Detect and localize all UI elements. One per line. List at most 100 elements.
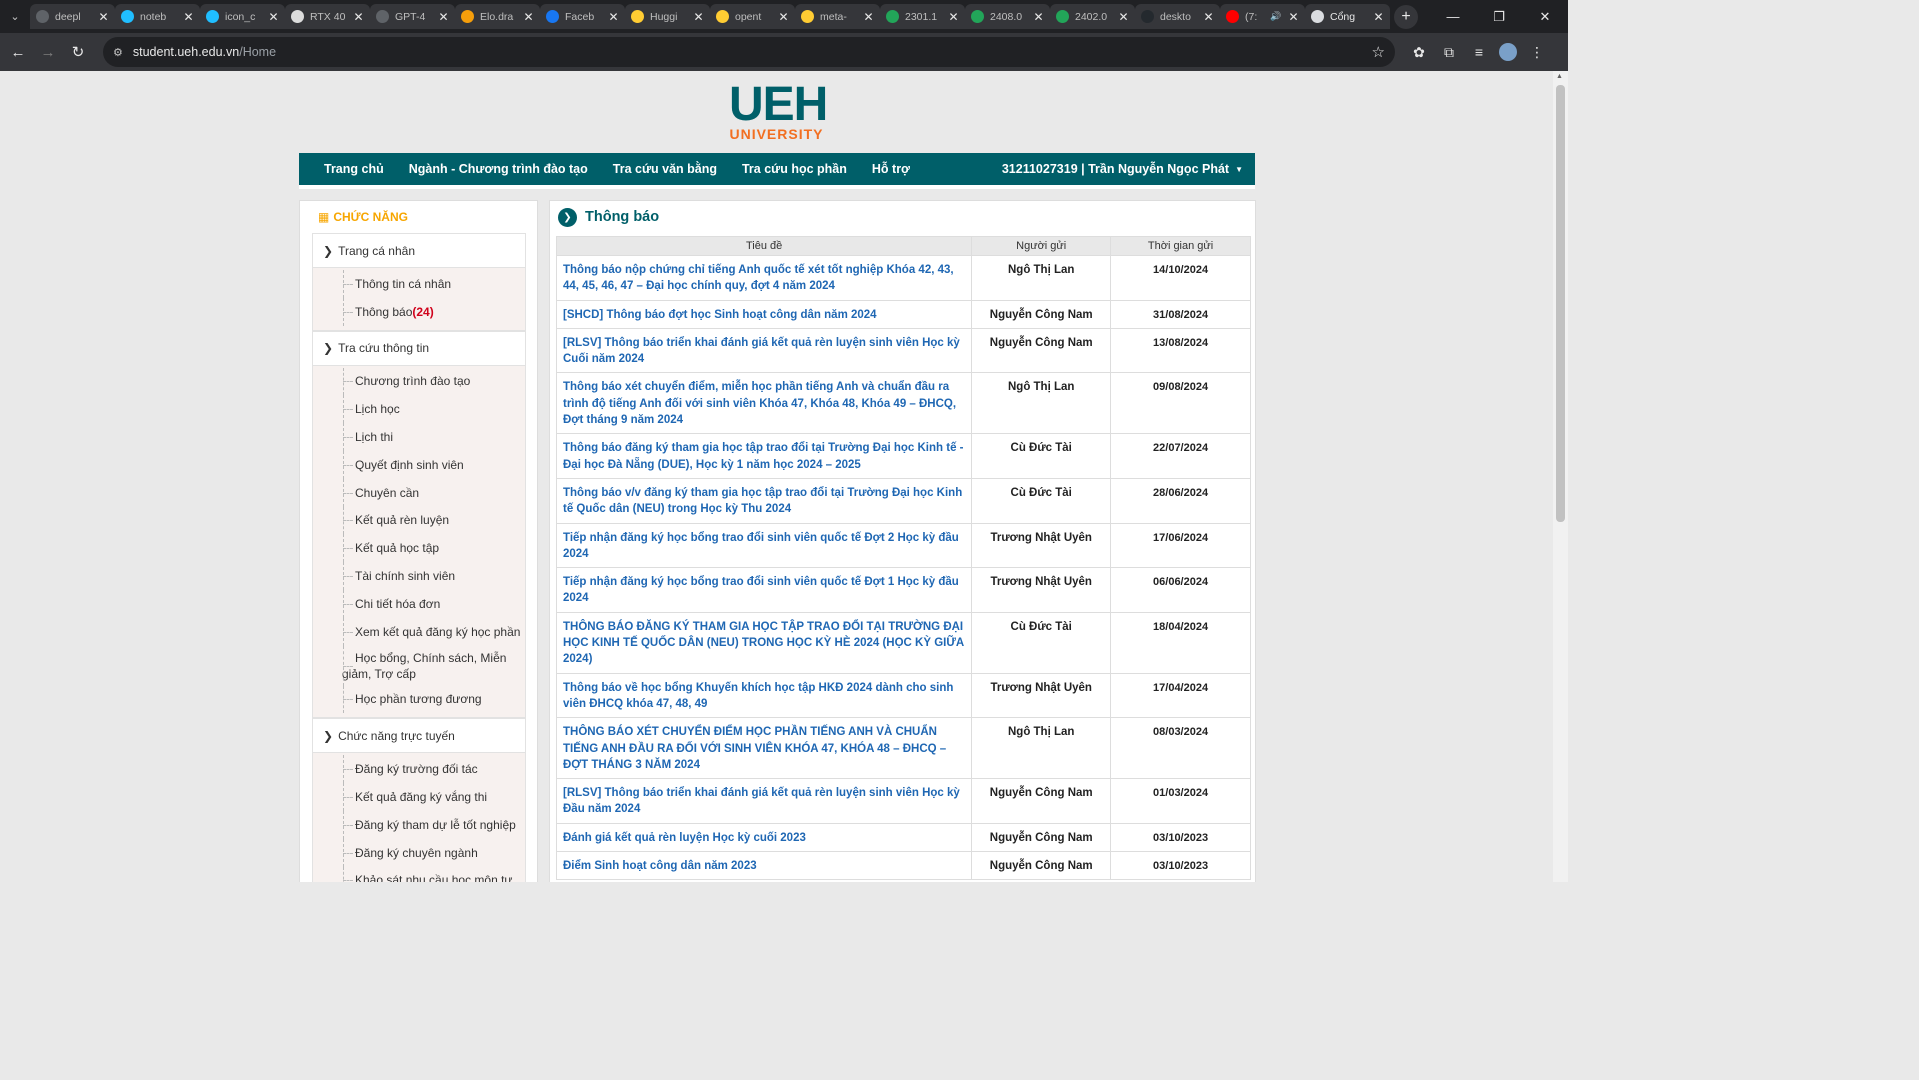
back-button[interactable]: ←	[3, 37, 33, 67]
close-tab-icon[interactable]: ✕	[268, 10, 278, 24]
sidebar-item[interactable]: Kết quả học tập	[313, 534, 525, 562]
browser-menu-icon[interactable]: ⋮	[1527, 42, 1547, 62]
notification-title-link[interactable]: Tiếp nhận đăng ký học bổng trao đổi sinh…	[555, 567, 973, 613]
nav-home[interactable]: Trang chủ	[299, 162, 396, 176]
user-menu[interactable]: 31211027319 | Trần Nguyễn Ngọc Phát ▼	[1002, 162, 1255, 176]
tab-search-button[interactable]: ⌄	[0, 0, 30, 33]
notification-date: 14/10/2024	[1110, 255, 1251, 301]
nav-support[interactable]: Hỗ trợ	[859, 162, 922, 176]
browser-tab[interactable]: meta- ✕	[795, 4, 880, 29]
notification-title-link[interactable]: THÔNG BÁO ĐĂNG KÝ THAM GIA HỌC TẬP TRAO …	[555, 611, 973, 674]
browser-tab[interactable]: opent ✕	[710, 4, 795, 29]
browser-tab[interactable]: noteb ✕	[115, 4, 200, 29]
close-tab-icon[interactable]: ✕	[863, 10, 873, 24]
close-tab-icon[interactable]: ✕	[523, 10, 533, 24]
close-tab-icon[interactable]: ✕	[438, 10, 448, 24]
close-tab-icon[interactable]: ✕	[693, 10, 703, 24]
bookmark-star-icon[interactable]: ☆	[1372, 43, 1385, 61]
close-tab-icon[interactable]: ✕	[183, 10, 193, 24]
sidebar-item[interactable]: Đăng ký chuyên ngành	[313, 838, 525, 867]
notification-title-link[interactable]: Thông báo đăng ký tham gia học tập trao …	[555, 433, 973, 479]
sidebar-item[interactable]: Kết quả đăng ký vắng thi	[313, 783, 525, 811]
nav-programs[interactable]: Ngành - Chương trình đào tạo	[396, 162, 600, 176]
forward-button[interactable]: →	[33, 37, 63, 67]
browser-tab[interactable]: Elo.dra ✕	[455, 4, 540, 29]
sidebar-item-label: Tài chính sinh viên	[355, 569, 456, 584]
scrollbar-thumb[interactable]	[1556, 85, 1565, 522]
close-tab-icon[interactable]: ✕	[353, 10, 363, 24]
browser-tab[interactable]: 2301.1 ✕	[880, 4, 965, 29]
sidebar-item[interactable]: Đăng ký trường đối tác	[313, 755, 525, 783]
browser-tab[interactable]: deskto ✕	[1135, 4, 1220, 29]
sidebar-item[interactable]: Chi tiết hóa đơn	[313, 589, 525, 618]
sidebar-item[interactable]: Đăng ký tham dự lễ tốt nghiệp	[313, 810, 525, 839]
sidebar-group-title[interactable]: ❯ Chức năng trực tuyến	[313, 719, 525, 754]
sidebar-group-title[interactable]: ❯ Trang cá nhân	[313, 234, 525, 268]
browser-tab[interactable]: RTX 40 ✕	[285, 4, 370, 29]
sidebar-item[interactable]: Học bổng, Chính sách, Miễn giảm, Trợ cấp	[313, 645, 525, 686]
browser-tab[interactable]: 2402.0 ✕	[1050, 4, 1135, 29]
reload-button[interactable]: ↻	[63, 37, 93, 67]
notification-title-link[interactable]: Thông báo về học bổng Khuyến khích học t…	[555, 672, 973, 719]
sidebar-group-title[interactable]: ❯ Tra cứu thông tin	[313, 331, 525, 366]
browser-tab[interactable]: deepl ✕	[30, 4, 115, 29]
close-tab-icon[interactable]: ✕	[1288, 10, 1298, 24]
notification-sender: Ngô Thị Lan	[971, 255, 1112, 301]
close-tab-icon[interactable]: ✕	[778, 10, 788, 24]
site-info-icon[interactable]: ⚙	[113, 46, 123, 59]
close-tab-icon[interactable]: ✕	[608, 10, 618, 24]
close-tab-icon[interactable]: ✕	[98, 10, 108, 24]
close-tab-icon[interactable]: ✕	[1203, 10, 1213, 24]
notification-title-link[interactable]: Thông báo v/v đăng ký tham gia học tập t…	[555, 477, 973, 524]
nav-diploma-lookup[interactable]: Tra cứu văn bằng	[600, 162, 729, 176]
notification-title-link[interactable]: Tiếp nhận đăng ký học bổng trao đổi sinh…	[555, 522, 973, 569]
notification-title-link[interactable]: Đánh giá kết quả rèn luyện Học kỳ cuối 2…	[555, 822, 973, 853]
address-bar[interactable]: ⚙ student.ueh.edu.vn/Home ☆	[103, 37, 1395, 67]
ueh-logo[interactable]: UEH UNIVERSITY	[729, 81, 828, 142]
sidebar-item[interactable]: Tài chính sinh viên	[313, 562, 525, 590]
close-window-button[interactable]: ✕	[1522, 0, 1568, 33]
sidebar-item[interactable]: Thông tin cá nhân	[313, 270, 525, 298]
sidebar-item[interactable]: Khảo sát nhu cầu học môn tự	[313, 866, 525, 882]
close-tab-icon[interactable]: ✕	[1118, 10, 1128, 24]
extension-icon[interactable]: ✿	[1409, 42, 1429, 62]
sidebar-item[interactable]: Chuyên cần	[313, 478, 525, 507]
table-row: [RLSV] Thông báo triển khai đánh giá kết…	[555, 778, 1251, 824]
notification-title-link[interactable]: Điểm Sinh hoạt công dân năm 2023	[555, 851, 973, 881]
browser-tab[interactable]: Faceb ✕	[540, 4, 625, 29]
notification-title-link[interactable]: [RLSV] Thông báo triển khai đánh giá kết…	[555, 778, 973, 824]
close-tab-icon[interactable]: ✕	[1373, 10, 1383, 24]
new-tab-button[interactable]: +	[1394, 4, 1418, 29]
sidebar-item[interactable]: Thông báo (24)	[313, 297, 525, 326]
close-tab-icon[interactable]: ✕	[1033, 10, 1043, 24]
notification-title-link[interactable]: THÔNG BÁO XÉT CHUYỂN ĐIỂM HỌC PHẦN TIẾNG…	[555, 717, 973, 780]
notification-title-link[interactable]: Thông báo nộp chứng chỉ tiếng Anh quốc t…	[555, 255, 973, 301]
minimize-button[interactable]: —	[1430, 0, 1476, 33]
notification-title-link[interactable]: Thông báo xét chuyển điểm, miễn học phần…	[555, 372, 973, 435]
close-tab-icon[interactable]: ✕	[948, 10, 958, 24]
browser-tab[interactable]: Huggi ✕	[625, 4, 710, 29]
media-control-icon[interactable]: ≡	[1469, 42, 1489, 62]
notification-title-link[interactable]: [RLSV] Thông báo triển khai đánh giá kết…	[555, 327, 973, 374]
browser-tab[interactable]: GPT-4 ✕	[370, 4, 455, 29]
sidebar-item[interactable]: Học phần tương đương	[313, 685, 525, 714]
sidebar-item[interactable]: Chương trình đào tạo	[313, 367, 525, 396]
scroll-up-arrow-icon[interactable]: ▲	[1556, 73, 1563, 80]
browser-tab[interactable]: icon_c ✕	[200, 4, 285, 29]
page-scrollbar[interactable]: ▲	[1553, 71, 1568, 882]
notification-title-link[interactable]: [SHCD] Thông báo đợt học Sinh hoạt công …	[555, 299, 973, 329]
browser-tab[interactable]: 2408.0 ✕	[965, 4, 1050, 29]
profile-avatar[interactable]	[1499, 43, 1517, 61]
nav-course-lookup[interactable]: Tra cứu học phần	[729, 162, 859, 176]
restore-button[interactable]: ❐	[1476, 0, 1522, 33]
speaker-icon[interactable]: 🔊	[1270, 11, 1281, 22]
notification-date: 03/10/2023	[1110, 851, 1251, 881]
sidebar-item[interactable]: Lịch thi	[313, 423, 525, 451]
sidebar-item[interactable]: Xem kết quả đăng ký học phần	[313, 617, 525, 646]
sidebar-item[interactable]: Quyết định sinh viên	[313, 450, 525, 479]
sidebar-item[interactable]: Lịch học	[313, 395, 525, 423]
browser-tab[interactable]: Cổng ✕	[1305, 4, 1390, 29]
extensions-puzzle-icon[interactable]: ⧉	[1439, 42, 1459, 62]
sidebar-item[interactable]: Kết quả rèn luyện	[313, 506, 525, 535]
browser-tab[interactable]: (7: 🔊 ✕	[1220, 4, 1305, 29]
